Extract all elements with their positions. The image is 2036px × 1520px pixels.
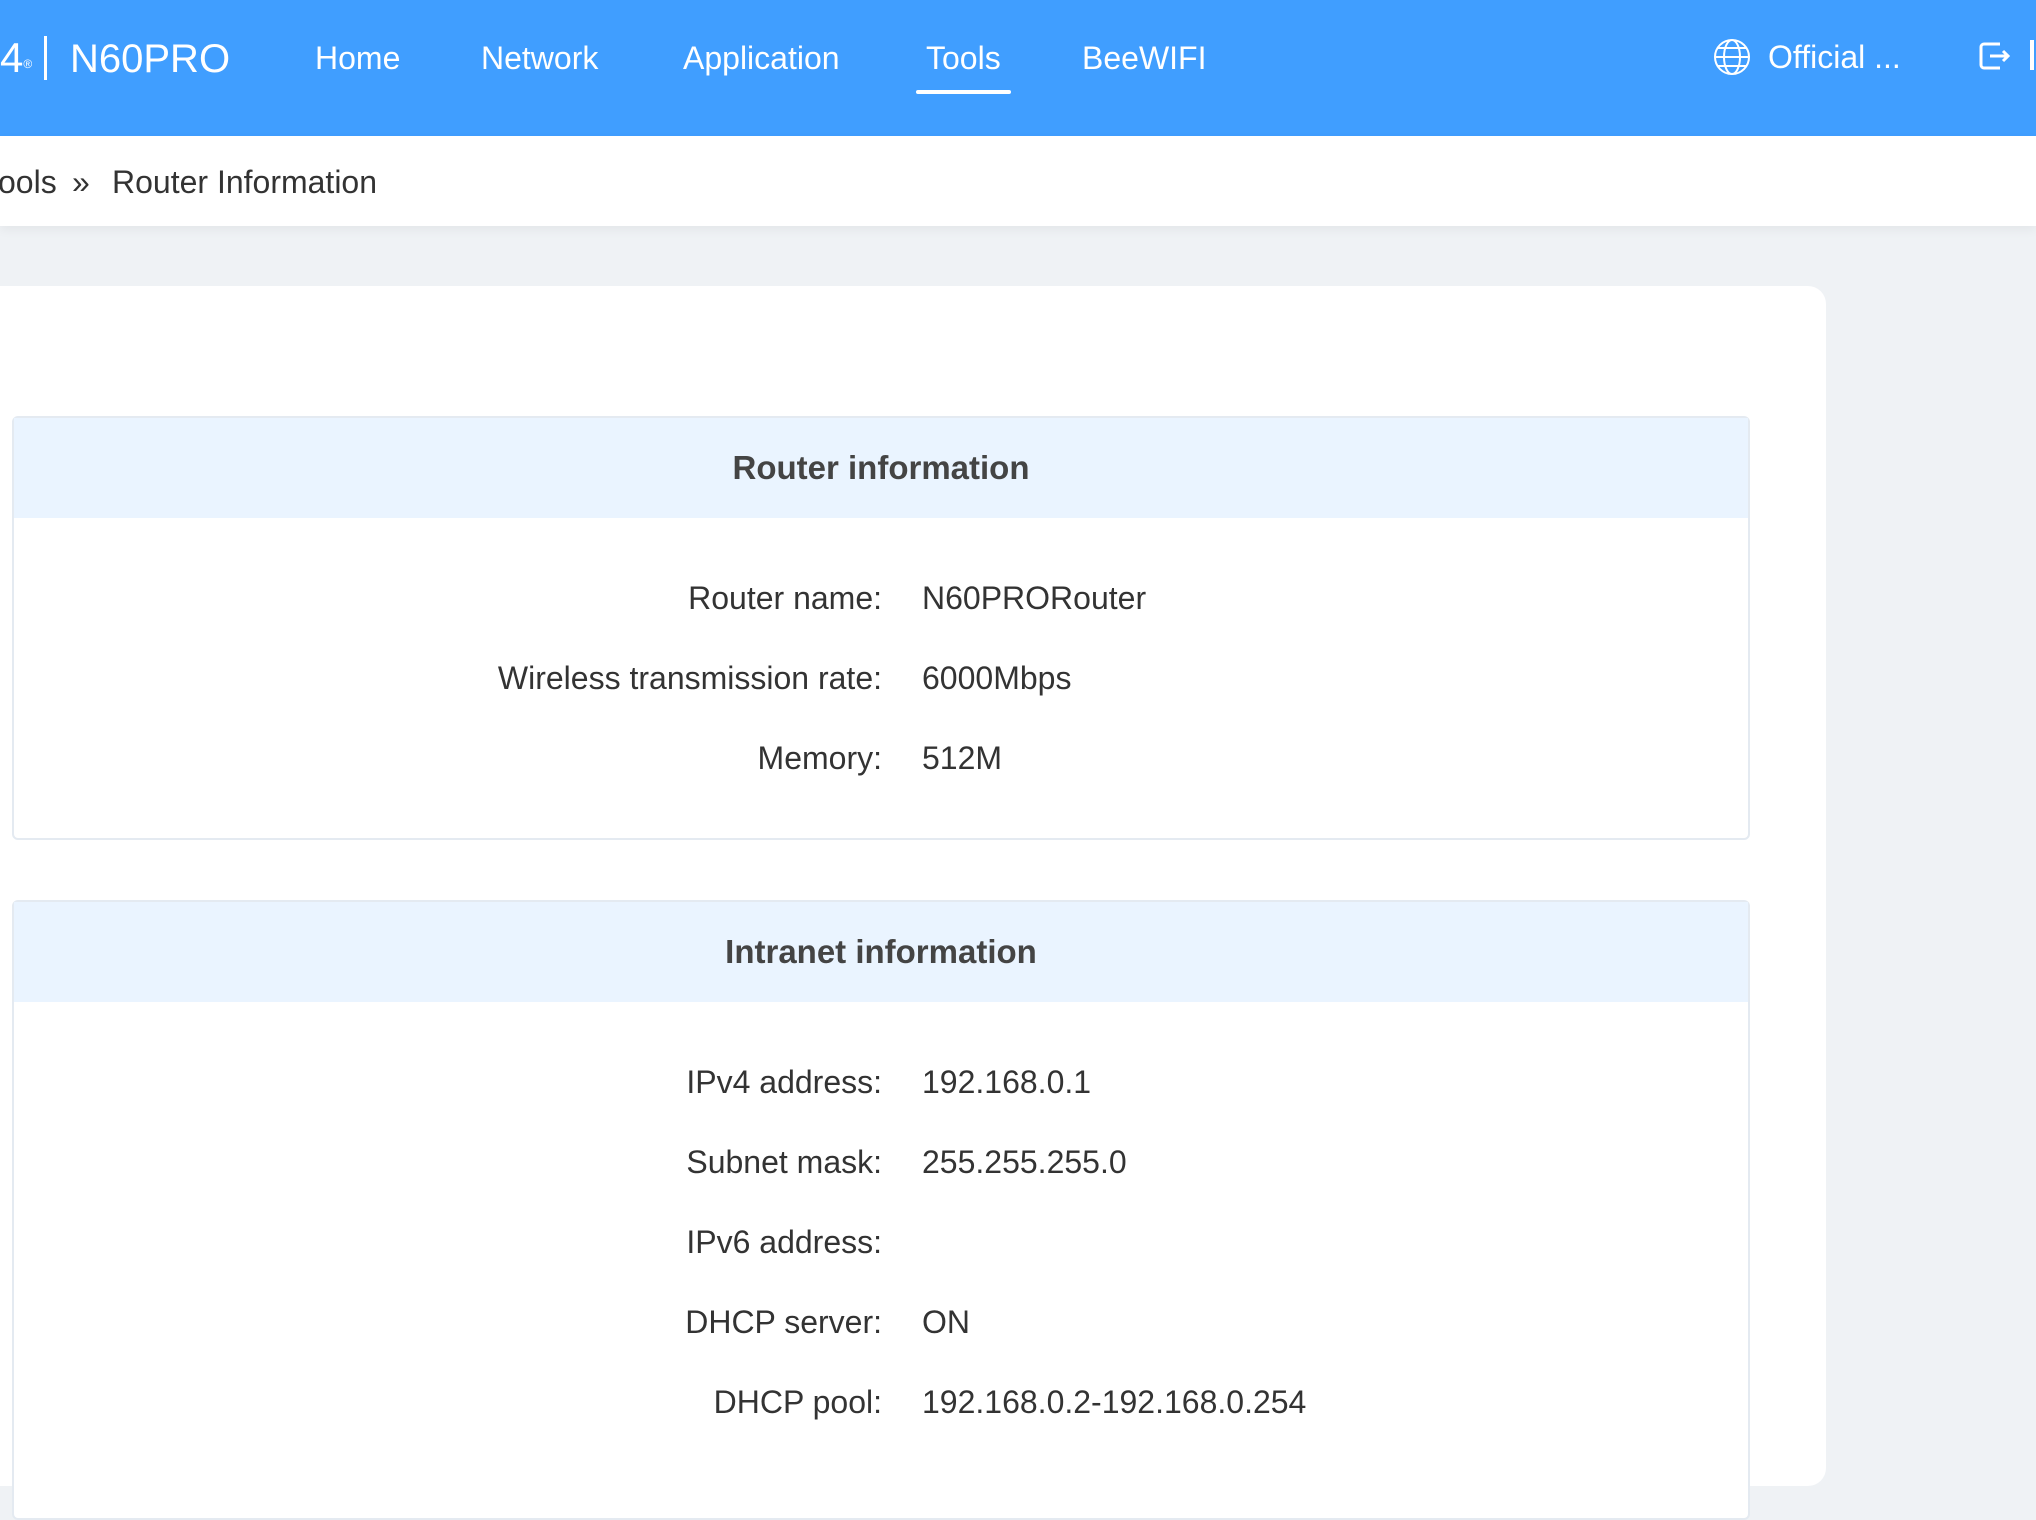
content-card: Router information Router name: N60PRORo… (0, 286, 1826, 1520)
info-value: ON (922, 1304, 970, 1340)
info-value: 512M (922, 740, 1003, 776)
info-label: DHCP pool: (713, 1384, 882, 1420)
breadcrumb-parent[interactable]: ools (0, 162, 57, 202)
intranet-info-section: Intranet information IPv4 address: 192.1… (12, 900, 1750, 1520)
info-row-wireless-rate: Wireless transmission rate: 6000Mbps (14, 656, 1748, 700)
info-value: 255.255.255.0 (922, 1144, 1127, 1180)
info-row-memory: Memory: 512M (14, 736, 1748, 780)
logout-icon[interactable] (1976, 38, 2012, 74)
info-value: N60PRORouter (922, 580, 1147, 616)
info-value: 192.168.0.2-192.168.0.254 (922, 1384, 1307, 1420)
info-label: IPv6 address: (686, 1224, 882, 1260)
info-row-subnet-mask: Subnet mask: 255.255.255.0 (14, 1140, 1748, 1184)
info-value: 192.168.0.1 (922, 1064, 1092, 1100)
info-row-dhcp-pool: DHCP pool: 192.168.0.2-192.168.0.254 (14, 1380, 1748, 1424)
top-nav-bar: 4® N60PRO Home Network Application Tools… (0, 0, 2036, 136)
official-label: Official ... (1768, 38, 1901, 75)
nav-beewifi[interactable]: BeeWIFI (1082, 38, 1206, 78)
breadcrumb-separator: » (72, 164, 90, 200)
breadcrumb-current: Router Information (112, 164, 378, 200)
truncated-header-item (2030, 40, 2034, 70)
intranet-info-title: Intranet information (14, 902, 1748, 1002)
brand-divider (44, 36, 47, 80)
nav-home[interactable]: Home (315, 38, 400, 78)
brand-logo-text: 4 (0, 34, 24, 81)
router-info-section: Router information Router name: N60PRORo… (12, 416, 1750, 840)
info-label: Memory: (757, 740, 882, 776)
info-value: 6000Mbps (922, 660, 1072, 696)
info-label: Wireless transmission rate: (497, 660, 882, 696)
info-label: Subnet mask: (686, 1144, 882, 1180)
info-row-router-name: Router name: N60PRORouter (14, 576, 1748, 620)
breadcrumb: ools » Router Information (0, 136, 2036, 226)
info-label: Router name: (688, 580, 882, 616)
registered-mark: ® (23, 57, 33, 71)
info-row-ipv4: IPv4 address: 192.168.0.1 (14, 1060, 1748, 1104)
nav-tools[interactable]: Tools (916, 38, 1011, 94)
info-label: DHCP server: (685, 1304, 882, 1340)
router-info-title: Router information (14, 418, 1748, 518)
info-row-dhcp-server: DHCP server: ON (14, 1300, 1748, 1344)
brand-logo[interactable]: 4® (0, 30, 32, 86)
info-row-ipv6: IPv6 address: (14, 1220, 1748, 1264)
globe-icon (1714, 39, 1750, 75)
info-label: IPv4 address: (686, 1064, 882, 1100)
nav-network[interactable]: Network (481, 38, 598, 78)
official-site-link[interactable]: Official ... (1712, 34, 1901, 80)
model-name: N60PRO (70, 37, 231, 81)
nav-application[interactable]: Application (683, 38, 840, 78)
